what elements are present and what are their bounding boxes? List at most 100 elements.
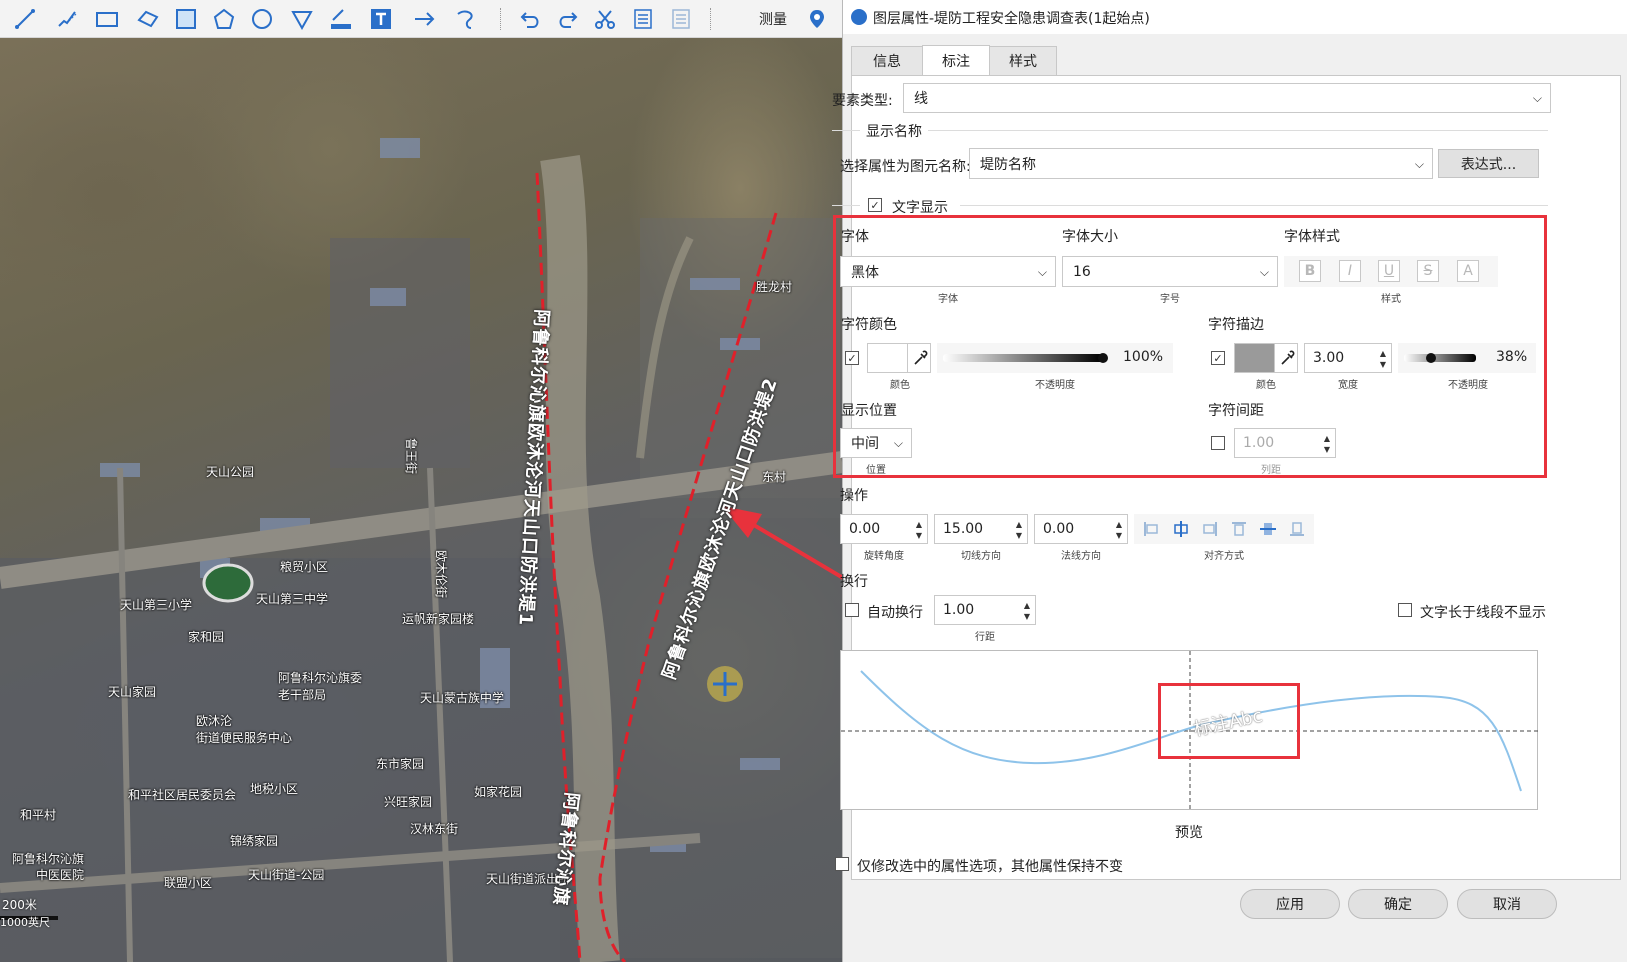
align-top-icon[interactable] (1228, 518, 1250, 540)
position-select[interactable]: 中间 ⌵ (840, 428, 912, 458)
outline-color-picker[interactable] (1234, 343, 1298, 373)
chevron-down-icon: ⌵ (893, 436, 903, 450)
normal-value: 0.00 (1043, 521, 1075, 537)
spinner-arrows-icon[interactable]: ▲ ▼ (1024, 600, 1030, 622)
char-color-picker[interactable] (867, 343, 931, 373)
tangent-value: 15.00 (943, 521, 984, 537)
rotate-spinner[interactable]: 0.00 ▲ ▼ (840, 514, 928, 544)
tab-info[interactable]: 信息 (851, 46, 923, 75)
chevron-down-icon: ⌵ (1532, 91, 1542, 105)
expression-button[interactable]: 表达式... (1438, 149, 1539, 178)
strikethrough-button[interactable]: S (1417, 260, 1439, 282)
spinner-arrows-icon[interactable]: ▲ ▼ (1116, 519, 1122, 541)
only-modify-checkbox[interactable] (835, 857, 849, 871)
polyline-icon[interactable] (10, 4, 40, 34)
hide-long-checkbox[interactable] (1398, 603, 1412, 617)
map-label-community: 运帆新家园楼 (402, 612, 475, 626)
wrap-label: 换行 (840, 574, 868, 590)
eyedropper-icon[interactable] (912, 350, 928, 366)
position-value: 中间 (851, 436, 879, 452)
spacing-spinner[interactable]: 1.00 ▲ ▼ (1234, 428, 1336, 458)
outline-opacity-track[interactable] (1404, 354, 1476, 362)
spinner-arrows-icon[interactable]: ▲ ▼ (1016, 519, 1022, 541)
align-right-icon[interactable] (1199, 518, 1221, 540)
ok-button[interactable]: 确定 (1348, 889, 1448, 919)
char-color-checkbox[interactable]: ✓ (845, 351, 859, 365)
apply-button[interactable]: 应用 (1240, 889, 1340, 919)
redo-icon[interactable] (553, 4, 583, 34)
rectangle-icon[interactable] (92, 4, 122, 34)
tab-label[interactable]: 标注 (922, 45, 990, 75)
document-icon[interactable] (628, 4, 658, 34)
toolbar-separator (500, 8, 501, 30)
auto-wrap-checkbox[interactable] (845, 603, 859, 617)
ruler-icon[interactable] (326, 4, 356, 34)
select-attr-label: 选择属性为图元名称: (840, 159, 971, 175)
outline-width-spinner[interactable]: 3.00 ▲ ▼ (1304, 343, 1392, 373)
line-spacing-spinner[interactable]: 1.00 ▲ ▼ (934, 595, 1036, 625)
char-opacity-track[interactable] (943, 354, 1103, 362)
operation-label: 操作 (840, 488, 868, 504)
dialog-titlebar[interactable]: 图层属性-堤防工程安全隐患调查表(1起始点) (843, 0, 1627, 34)
list-icon[interactable] (666, 4, 696, 34)
underline-button[interactable]: U (1378, 260, 1400, 282)
location-pin-icon[interactable] (802, 4, 832, 34)
align-bottom-icon[interactable] (1286, 518, 1308, 540)
map-label-park: 天山公园 (206, 465, 255, 479)
align-center-icon[interactable] (1170, 518, 1192, 540)
arrow-icon[interactable] (410, 4, 440, 34)
polygon-icon[interactable] (133, 4, 163, 34)
attribute-select[interactable]: 堤防名称 ⌵ (969, 148, 1433, 179)
spacing-sub-label: 列距 (1261, 465, 1281, 476)
map-label-community: 天山家园 (108, 685, 157, 699)
measure-label[interactable]: 测量 (759, 9, 787, 29)
outline-opacity-control[interactable]: 38% (1398, 343, 1536, 373)
cancel-button[interactable]: 取消 (1457, 889, 1557, 919)
map-label-community: 锦绣家园 (230, 834, 279, 848)
shadow-button[interactable]: A (1457, 260, 1479, 282)
outline-checkbox[interactable]: ✓ (1211, 351, 1225, 365)
freehand-icon[interactable] (52, 4, 82, 34)
spacing-checkbox[interactable] (1211, 436, 1225, 450)
text-display-label: 文字显示 (892, 200, 948, 216)
spinner-arrows-icon[interactable]: ▲ ▼ (1380, 348, 1386, 370)
pentagon-icon[interactable] (209, 4, 239, 34)
feature-type-select[interactable]: 线 ⌵ (903, 83, 1551, 113)
undo-icon[interactable] (515, 4, 545, 34)
app-logo-icon (851, 9, 867, 25)
triangle-icon[interactable] (287, 4, 317, 34)
feature-type-value: 线 (914, 91, 928, 107)
cut-icon[interactable] (590, 4, 620, 34)
dialog-title: 图层属性-堤防工程安全隐患调查表(1起始点) (873, 11, 1150, 27)
position-label: 显示位置 (841, 403, 897, 419)
map-label-school: 天山第三小学 (120, 598, 193, 612)
auto-wrap-label: 自动换行 (867, 605, 923, 621)
square-icon[interactable] (171, 4, 201, 34)
outline-label: 字符描边 (1208, 317, 1264, 333)
text-display-checkbox[interactable]: ✓ (868, 198, 882, 212)
circle-icon[interactable] (247, 4, 277, 34)
group-line (960, 205, 1548, 206)
italic-button[interactable]: I (1339, 260, 1361, 282)
tab-style[interactable]: 样式 (989, 46, 1057, 75)
bold-button[interactable]: B (1299, 260, 1321, 282)
char-opacity-control[interactable]: 100% (937, 343, 1173, 373)
align-middle-icon[interactable] (1257, 518, 1279, 540)
normal-spinner[interactable]: 0.00 ▲ ▼ (1034, 514, 1128, 544)
line-spacing-value: 1.00 (943, 602, 975, 618)
line-spacing-sub-label: 行距 (975, 632, 995, 643)
spinner-arrows-icon[interactable]: ▲ ▼ (916, 519, 922, 541)
curve-icon[interactable] (451, 4, 481, 34)
scale-bar-label-2: 1000英尺 (0, 916, 50, 929)
char-opacity-knob[interactable] (1098, 353, 1108, 363)
align-left-icon[interactable] (1140, 518, 1162, 540)
satellite-map[interactable]: 胜龙村 东村 天山公园 粮贸小区 天山第三小学 天山第三中学 家和园 运帆新家园… (0, 38, 842, 962)
font-size-select[interactable]: 16 ⌵ (1062, 256, 1278, 287)
tangent-spinner[interactable]: 15.00 ▲ ▼ (934, 514, 1028, 544)
outline-width-sub-label: 宽度 (1338, 380, 1358, 391)
tangent-sub-label: 切线方向 (961, 551, 1001, 562)
eyedropper-icon[interactable] (1279, 350, 1295, 366)
font-select[interactable]: 黑体 ⌵ (840, 256, 1056, 287)
text-icon[interactable] (366, 4, 396, 34)
spinner-arrows-icon[interactable]: ▲ ▼ (1324, 433, 1330, 455)
